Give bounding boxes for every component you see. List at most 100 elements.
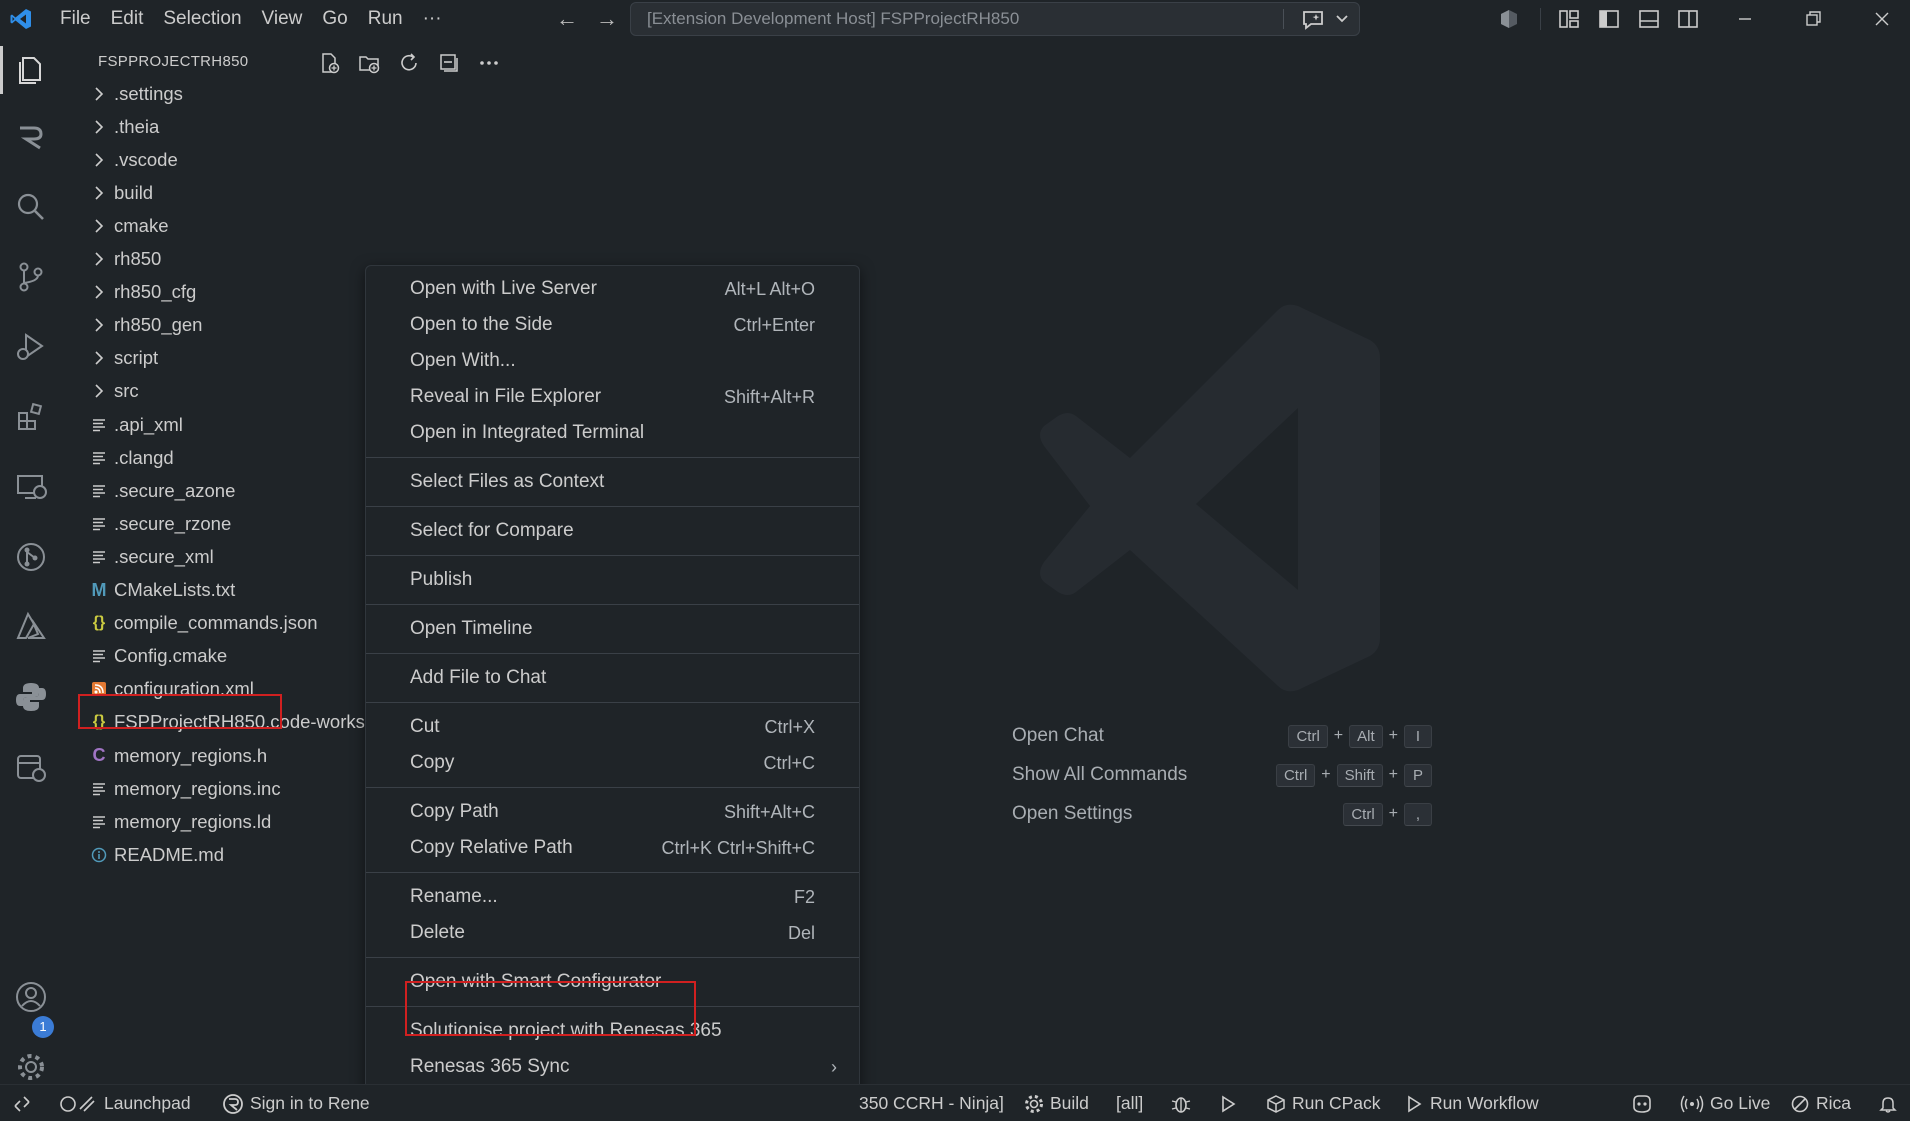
cmake-kit-item[interactable]: 350 CCRH - Ninja] (859, 1085, 1004, 1121)
tree-folder[interactable]: .vscode (66, 143, 518, 176)
welcome-shortcut[interactable]: Open Chat Ctrl + Alt + I (1012, 720, 1432, 752)
play-outline-icon (1408, 1095, 1422, 1112)
search-icon[interactable] (14, 190, 48, 224)
toggle-panel-icon[interactable] (1638, 8, 1660, 30)
build-target-item[interactable]: [all] (1116, 1085, 1143, 1121)
menu-go[interactable]: Go (312, 0, 357, 38)
menu-run[interactable]: Run (358, 0, 413, 38)
welcome-shortcut[interactable]: Show All Commands Ctrl + Shift + P (1012, 759, 1432, 791)
menu-item-copy-path[interactable]: Copy Path Shift+Alt+C (366, 794, 859, 830)
menu-more[interactable]: ··· (413, 0, 452, 38)
launchpad-item[interactable]: Launchpad (58, 1085, 191, 1121)
menu-item-select-files-as-context[interactable]: Select Files as Context (366, 464, 859, 500)
menu-item-copy[interactable]: Copy Ctrl+C (366, 745, 859, 781)
chevron-right-icon (86, 350, 112, 366)
menu-item-copy-relative-path[interactable]: Copy Relative Path Ctrl+K Ctrl+Shift+C (366, 830, 859, 866)
menu-item-open-in-integrated-terminal[interactable]: Open in Integrated Terminal (366, 415, 859, 451)
source-control-icon[interactable] (14, 260, 48, 294)
menu-edit[interactable]: Edit (101, 0, 154, 38)
toggle-primary-sidebar-icon[interactable] (1598, 8, 1620, 30)
menu-item-publish[interactable]: Publish (366, 562, 859, 598)
toggle-secondary-sidebar-icon[interactable] (1677, 8, 1699, 30)
remote-indicator[interactable] (12, 1085, 32, 1121)
menu-item-select-for-compare[interactable]: Select for Compare (366, 513, 859, 549)
chevron-right-icon (86, 185, 112, 201)
text-file-icon (86, 516, 112, 532)
remote-explorer-icon[interactable] (14, 470, 48, 504)
run-debug-icon[interactable] (14, 330, 48, 364)
chevron-right-icon (86, 251, 112, 267)
menu-selection[interactable]: Selection (153, 0, 251, 38)
text-file-icon (86, 814, 112, 830)
go-live-item[interactable]: Go Live (1680, 1085, 1770, 1121)
bug-icon (1171, 1096, 1191, 1113)
manage-gear-icon[interactable] (14, 1050, 48, 1084)
copilot-icon[interactable] (1498, 8, 1520, 30)
menu-file[interactable]: File (50, 0, 101, 38)
new-folder-icon[interactable] (358, 52, 380, 74)
tree-folder[interactable]: build (66, 176, 518, 209)
menu-item-shortcut: Ctrl+C (763, 752, 815, 773)
extensions-icon[interactable] (14, 400, 48, 434)
tree-item-label: .settings (114, 82, 183, 104)
menu-view[interactable]: View (252, 0, 313, 38)
notifications-item[interactable] (1878, 1085, 1898, 1121)
collapse-all-icon[interactable] (438, 52, 460, 74)
restore-icon[interactable] (1802, 8, 1824, 30)
menu-item-delete[interactable]: Delete Del (366, 915, 859, 951)
menu-item-renesas-365-sync[interactable]: Renesas 365 Sync › (366, 1049, 859, 1085)
customize-layout-icon[interactable] (1558, 8, 1580, 30)
welcome-shortcut[interactable]: Open Settings Ctrl +, (1012, 798, 1432, 830)
build-item[interactable]: Build (1024, 1085, 1089, 1121)
refresh-icon[interactable] (398, 52, 420, 74)
accounts-icon[interactable] (14, 980, 48, 1014)
run-workflow-item[interactable]: Run Workflow (1404, 1085, 1539, 1121)
c-file-icon: C (92, 745, 106, 765)
rica-item[interactable]: Rica (1790, 1085, 1851, 1121)
key-plus: + (1321, 766, 1331, 783)
renesas-icon[interactable] (14, 120, 48, 154)
git-graph-icon[interactable] (14, 540, 48, 574)
debug-item[interactable] (1170, 1085, 1192, 1121)
command-center[interactable]: [Extension Development Host] FSPProjectR… (630, 2, 1360, 36)
menu-item-label: Select Files as Context (410, 471, 605, 492)
tree-item-label: .secure_xml (114, 545, 214, 567)
menu-item-rename[interactable]: Rename... F2 (366, 879, 859, 915)
menu-item-add-file-to-chat[interactable]: Add File to Chat (366, 660, 859, 696)
run-cpack-item[interactable]: Run CPack (1266, 1085, 1381, 1121)
tree-item-label: Config.cmake (114, 645, 228, 667)
menu-separator (366, 457, 859, 458)
menu-item-label: Copy (410, 752, 455, 773)
menu-item-label: Open in Integrated Terminal (410, 422, 645, 443)
chat-icon[interactable] (1301, 9, 1325, 31)
new-file-icon[interactable] (318, 52, 340, 74)
run-item[interactable] (1218, 1085, 1238, 1121)
sign-in-item[interactable]: Sign in to Rene (222, 1085, 370, 1121)
azure-icon[interactable] (14, 610, 48, 644)
menu-item-open-to-the-side[interactable]: Open to the Side Ctrl+Enter (366, 307, 859, 343)
back-arrow-icon[interactable]: ← (556, 6, 578, 32)
remote-containers-icon[interactable] (14, 750, 48, 784)
close-icon[interactable] (1871, 8, 1893, 30)
tree-folder[interactable]: .settings (66, 77, 518, 110)
forward-arrow-icon[interactable]: → (596, 6, 618, 32)
python-icon[interactable] (14, 680, 48, 714)
explorer-icon[interactable] (14, 52, 48, 86)
more-actions-icon[interactable] (478, 52, 500, 74)
launchpad-label: Launchpad (104, 1093, 191, 1113)
menu-item-open-with-live-server[interactable]: Open with Live Server Alt+L Alt+O (366, 271, 859, 307)
menu-item-open-timeline[interactable]: Open Timeline (366, 611, 859, 647)
chevron-down-icon[interactable] (1335, 13, 1349, 25)
shortcut-label: Open Settings (1012, 803, 1133, 824)
copilot-status-item[interactable] (1630, 1085, 1654, 1121)
minimize-icon[interactable] (1734, 8, 1756, 30)
menu-item-reveal-in-file-explorer[interactable]: Reveal in File Explorer Shift+Alt+R (366, 379, 859, 415)
shortcut-label: Show All Commands (1012, 764, 1188, 785)
tree-folder[interactable]: cmake (66, 209, 518, 242)
tree-item-label: script (114, 347, 159, 369)
menu-item-label: Add File to Chat (410, 667, 547, 688)
menu-item-open-with[interactable]: Open With... (366, 343, 859, 379)
menu-item-shortcut: F2 (793, 886, 815, 907)
menu-item-cut[interactable]: Cut Ctrl+X (366, 709, 859, 745)
tree-folder[interactable]: .theia (66, 110, 518, 143)
